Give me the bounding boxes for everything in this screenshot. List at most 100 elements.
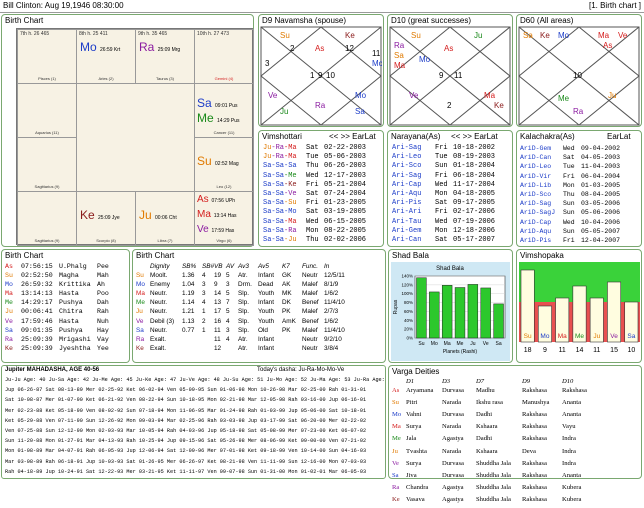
varga-row[interactable]: Me Jala Agastya Dadhi Rakshasa Indra: [392, 435, 602, 447]
position-row[interactable]: Mo 26:59:32 Krittika Ah: [5, 280, 117, 289]
kal-row[interactable]: AriD-SagJ Sun 05-06-2006: [520, 208, 620, 217]
kal-row[interactable]: AriD-Sag Sun 03-05-2006: [520, 199, 620, 208]
vim-row[interactable]: Sa-Sa-Ke Fri 05-21-2004: [263, 181, 366, 190]
strength-row[interactable]: Su Moolt. 1.36 4 19 5 Atr. Infant GK Neutr 12/5/11: [136, 271, 354, 280]
nar-row[interactable]: Ari-Leo Tue 08-19-2003: [392, 153, 495, 162]
nar-row[interactable]: Ari-Sag Fri 10-18-2002: [392, 144, 495, 153]
d9-chart[interactable]: Su Ke As2 12 3 Mo11 1 9 10 Ve Mo RaSaJu: [260, 26, 382, 126]
planet-ma[interactable]: Ma 13:14 Has: [197, 209, 236, 220]
antardasha-line[interactable]: Mer 02-23-88 Ket 05-18-90 Ven 08-02-92 S…: [5, 406, 394, 416]
kal-row[interactable]: AriD-Leo Tue 11-04-2003: [520, 162, 620, 171]
position-row[interactable]: Me 14:29:17 Pushya Dah: [5, 298, 117, 307]
position-row[interactable]: Su 02:52:50 Magha Mah: [5, 271, 117, 280]
planet-ve[interactable]: Ve 17:59 Has: [197, 224, 234, 235]
chart-selector[interactable]: [1. Birth chart ]: [589, 0, 641, 12]
varga-row[interactable]: Su Pitri Narada Ikshu rasa Manushya Ananta: [392, 399, 602, 411]
nar-row[interactable]: Ari-Cap Wed 11-17-2004: [392, 181, 495, 190]
position-row[interactable]: Ra 25:09:39 Mrigashi Vay: [5, 335, 117, 344]
house-3[interactable]: Scorpio (8) Ke 25:09 Jye: [76, 191, 136, 246]
antardasha-line[interactable]: Mar 03-08-89 Rah 06-18-91 Jup 10-03-93 S…: [5, 457, 394, 467]
antardasha-line[interactable]: Rah 04-18-89 Jup 10-24-91 Sat 12-22-93 M…: [5, 467, 394, 477]
house-10[interactable]: 10th h. 27 473 Gemini (4): [194, 29, 254, 84]
strength-row[interactable]: Me Neutr. 1.14 4 13 7 Slp. Infant DK Benef 11/4/10: [136, 298, 354, 307]
vim-row[interactable]: Sa-Sa-Sa Thu 06-26-2003: [263, 162, 366, 171]
antardasha-line[interactable]: Mon 01-08-89 Mar 04-07-91 Rah 06-05-93 J…: [5, 446, 394, 456]
planet-ra[interactable]: Ra 25:09 Mrg: [139, 40, 180, 54]
nar-row[interactable]: Ari-Can Sat 05-17-2007: [392, 236, 495, 245]
strength-row[interactable]: Ma Neutr. 1.19 3 14 5 Slp. Youth MK Malef 1/6/2: [136, 289, 354, 298]
strength-row[interactable]: Ke Exalt. 12 Atr. Infant Neutr 3/8/4: [136, 344, 354, 353]
house-1[interactable]: Virgo (6) As 07:56 UPh Ma 13:14 Has Ve 1…: [194, 191, 254, 246]
varga-row[interactable]: Ma Surya Narada Kshaara Rakshasa Vayu: [392, 423, 602, 435]
kal-row[interactable]: AriD-Pis Fri 12-04-2007: [520, 236, 620, 245]
varga-row[interactable]: Sa Jiva Durvasa Shuddha Jala Rakshasa Ananta: [392, 472, 602, 484]
d60-chart[interactable]: Sa Ke Mo Ma Ve As 10 Me Ju Ra: [518, 26, 640, 126]
antardasha-line[interactable]: Sat 10-08-87 Mer 01-07-90 Ket 06-21-92 V…: [5, 395, 394, 405]
planet-ju[interactable]: Ju 00:06 Cht: [139, 208, 177, 222]
planet-ke[interactable]: Ke 25:09 Jye: [80, 208, 120, 222]
vim-row[interactable]: Sa-Sa-Mo Sat 03-19-2005: [263, 208, 366, 217]
position-row[interactable]: Ke 25:09:39 Jyeshtha Yee: [5, 344, 117, 353]
vim-row[interactable]: Ju-Ra-Ma Sat 02-22-2003: [263, 144, 366, 153]
vim-row[interactable]: Sa-Sa-Ra Mon 08-22-2005: [263, 227, 366, 236]
nar-row[interactable]: Ari-Sco Sun 01-18-2004: [392, 162, 495, 171]
house-6[interactable]: Aquarius (11): [17, 83, 77, 138]
planet-mo[interactable]: Mo 26:59 Krt: [80, 40, 120, 54]
planet-as[interactable]: As 07:56 UPh: [197, 194, 235, 205]
varga-row[interactable]: Ke Vasava Agastya Shuddha Jala Rakshasa Kuber…: [392, 496, 602, 508]
nar-row[interactable]: Ari-Pis Sat 09-17-2005: [392, 199, 495, 208]
vim-row[interactable]: Sa-Sa-Su Fri 01-23-2005: [263, 199, 366, 208]
vim-row[interactable]: Sa-Sa-Ma Wed 06-15-2005: [263, 218, 366, 227]
nar-row[interactable]: Ari-Aqu Mon 04-18-2005: [392, 190, 495, 199]
strength-row[interactable]: Mo Enemy 1.04 3 9 3 Drm. Dead AK Malef 8/1/9: [136, 280, 354, 289]
vim-row[interactable]: Sa-Sa-Ju Thu 02-02-2006: [263, 236, 366, 245]
antardasha-line[interactable]: Ket 05-29-88 Ven 07-11-90 Sun 12-26-92 M…: [5, 416, 394, 426]
kal-row[interactable]: AriD-Lib Mon 01-03-2005: [520, 181, 620, 190]
antardasha-line[interactable]: Jup 06-26-87 Sat 08-13-89 Mer 02-25-92 K…: [5, 385, 394, 395]
antardasha-line[interactable]: Ju-Ju Age: 40 Ju-Sa Age: 42 Ju-Me Age: 4…: [5, 375, 394, 385]
house-12[interactable]: Leo (12) Su 02:52 Mag: [194, 137, 254, 192]
planet-sa[interactable]: Sa 09:01 Pus: [197, 96, 238, 110]
house-7[interactable]: 7th h. 26 465 Pisces (1): [17, 29, 77, 84]
d10-chart[interactable]: Su Ju RaSaMa AsMo 9 11 Ve MaKe 2: [389, 26, 511, 126]
vim-row[interactable]: Sa-Sa-Ve Sat 07-24-2004: [263, 190, 366, 199]
nar-row[interactable]: Ari-Tau Wed 07-19-2006: [392, 218, 495, 227]
kal-row[interactable]: AriD-Vir Fri 06-04-2004: [520, 172, 620, 181]
house-4[interactable]: Sagittarius (9): [17, 191, 77, 246]
position-row[interactable]: Ve 17:59:46 Hasta Nuh: [5, 317, 117, 326]
kal-row[interactable]: AriD-Cap Wed 10-04-2006: [520, 218, 620, 227]
varga-row[interactable]: Ve Surya Durvasa Shuddha Jala Rakshasa Indra: [392, 460, 602, 472]
kal-row[interactable]: AriD-Gem Wed 09-04-2002: [520, 144, 620, 153]
house-8[interactable]: 8th h. 25 411 Aries (2) Mo 26:59 Krt: [76, 29, 136, 84]
position-row[interactable]: As 07:56:15 U.Phalg Pee: [5, 262, 117, 271]
antardasha-line[interactable]: Sun 11-20-88 Mon 01-27-91 Mar 04-13-93 R…: [5, 436, 394, 446]
strength-row[interactable]: Sa Neutr. 0.77 1 11 3 Slp. Old PK Malef 11/4/10: [136, 326, 354, 335]
strength-row[interactable]: Ra Exalt. 11 4 Atr. Infant Neutr 9/2/10: [136, 335, 354, 344]
varga-row[interactable]: As Aryamana Durvasa Madhu Rakshasa Rakshasa: [392, 387, 602, 399]
kal-nav[interactable]: EarLat: [607, 132, 631, 141]
vim-row[interactable]: Sa-Sa-Me Wed 12-17-2003: [263, 172, 366, 181]
varga-row[interactable]: Ra Chandra Agastya Shuddha Jala Rakshasa Kube…: [392, 484, 602, 496]
house-5[interactable]: Sagittarius (9): [17, 137, 77, 192]
vim-nav[interactable]: << >> EarLat: [329, 132, 376, 141]
position-row[interactable]: Ju 00:06:41 Chitra Rah: [5, 307, 117, 316]
house-11[interactable]: Cancer (11) Sa 09:01 Pus Me 14:29 Pus: [194, 83, 254, 138]
house-9[interactable]: 9th h. 35 465 Taurus (3) Ra 25:09 Mrg: [135, 29, 195, 84]
strength-row[interactable]: Ju Neutr. 1.21 1 17 5 Slp. Youth PK Malef 2/7/3: [136, 307, 354, 316]
varga-row[interactable]: Mo Vahni Durvasa Dadhi Rakshasa Ananta: [392, 411, 602, 423]
nar-nav[interactable]: << >> EarLat: [451, 132, 498, 141]
strength-row[interactable]: Ve Debil (3) 1.13 2 16 4 Slp. Youth AmK Benef 1/6/…: [136, 317, 354, 326]
nar-row[interactable]: Ari-Ari Fri 02-17-2006: [392, 208, 495, 217]
position-row[interactable]: Sa 09:01:35 Pushya Hay: [5, 326, 117, 335]
planet-me[interactable]: Me 14:29 Pus: [197, 111, 240, 125]
kal-row[interactable]: AriD-Sco Thu 08-04-2005: [520, 190, 620, 199]
nar-row[interactable]: Ari-Gem Mon 12-18-2006: [392, 227, 495, 236]
antardasha-line[interactable]: Ven 07-25-88 Sun 12-12-90 Mon 02-03-93 M…: [5, 426, 394, 436]
house-2[interactable]: Libra (7) Ju 00:06 Cht: [135, 191, 195, 246]
varga-row[interactable]: Ju Tvashta Narada Kshaara Deva Indra: [392, 448, 602, 460]
planet-su[interactable]: Su 02:52 Mag: [197, 154, 239, 168]
position-row[interactable]: Ma 13:14:13 Hasta Poo: [5, 289, 117, 298]
nar-row[interactable]: Ari-Sag Fri 06-18-2004: [392, 172, 495, 181]
kal-row[interactable]: AriD-Can Sat 04-05-2003: [520, 153, 620, 162]
vim-row[interactable]: Ju-Ra-Ma Tue 05-06-2003: [263, 153, 366, 162]
